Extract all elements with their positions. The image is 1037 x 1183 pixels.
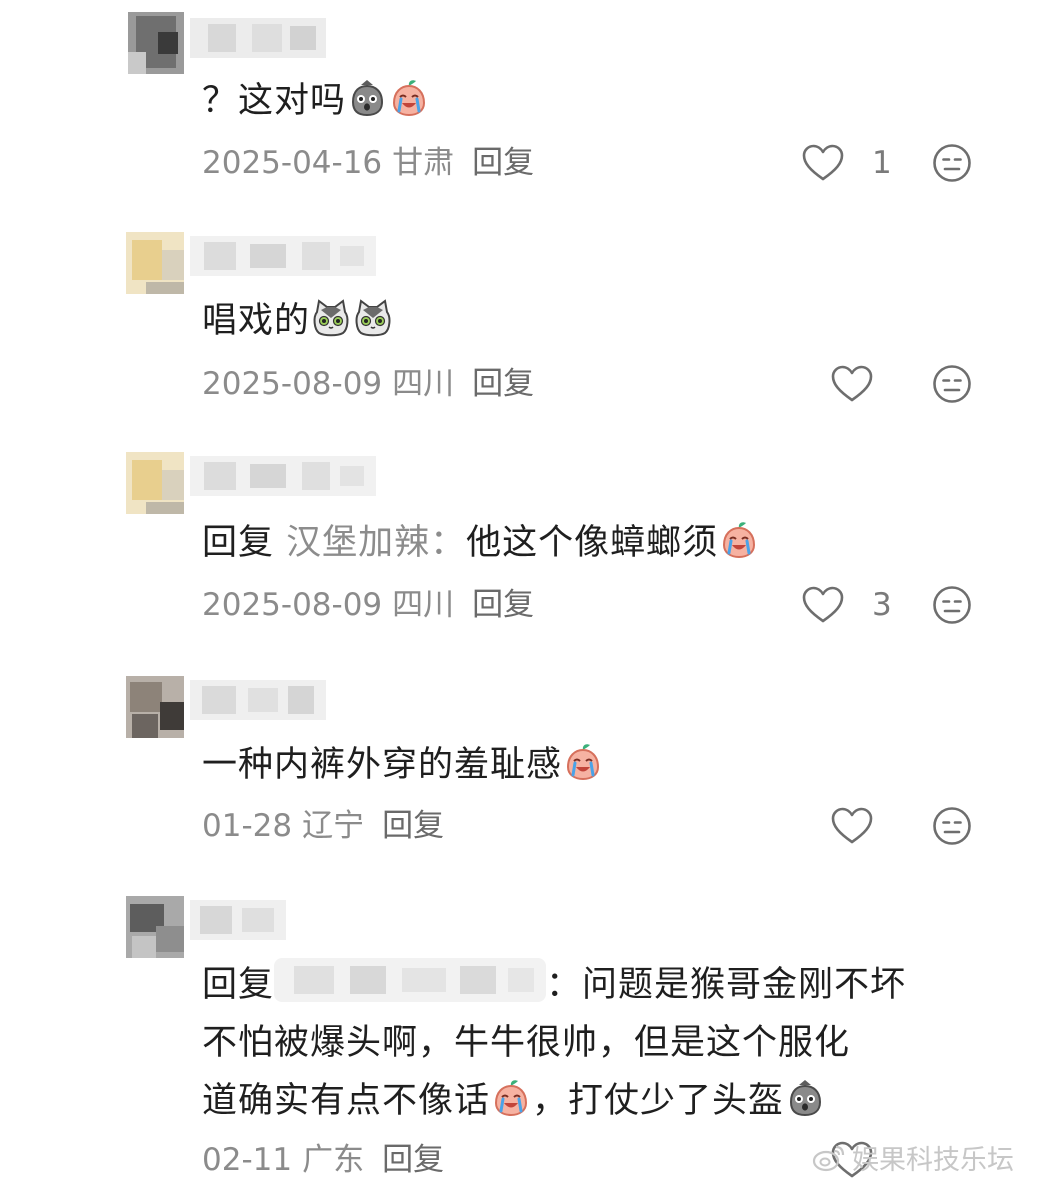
peach-emoji-icon — [563, 742, 603, 782]
reply-button[interactable]: 回复 — [472, 145, 534, 181]
username-blurred[interactable] — [190, 456, 376, 496]
dislike-face-icon[interactable] — [932, 806, 972, 846]
username-blurred[interactable] — [190, 680, 326, 720]
heart-icon — [831, 807, 873, 845]
username-blurred[interactable] — [190, 900, 286, 940]
weibo-logo-icon — [812, 1144, 846, 1172]
comment-body-line3b: ，打仗少了头盔 — [532, 1081, 785, 1121]
comment-text: 回复 ：问题是猴哥金刚不坏 — [202, 954, 906, 1016]
heart-icon — [802, 586, 844, 624]
comment-meta: 2025-08-09 四川 回复 — [202, 585, 534, 625]
like-button[interactable]: 1 — [802, 143, 892, 183]
avatar[interactable] — [128, 12, 184, 74]
reply-button[interactable]: 回复 — [382, 1142, 444, 1178]
dislike-face-icon[interactable] — [932, 364, 972, 404]
cat-emoji-icon — [311, 298, 351, 338]
reply-separator: ： — [546, 965, 583, 1005]
comment-date: 02-11 — [202, 1142, 293, 1178]
comment-item: 唱戏的 2025-08-09 四川 回复 — [0, 210, 1037, 430]
avatar[interactable] — [126, 676, 184, 738]
comment-text: 一种内裤外穿的羞耻感 — [202, 734, 604, 796]
like-button[interactable]: 3 — [802, 585, 892, 625]
username-blurred[interactable] — [190, 236, 376, 276]
peach-emoji-icon — [491, 1078, 531, 1118]
dislike-face-icon[interactable] — [932, 143, 972, 183]
peach-emoji-icon — [719, 520, 759, 560]
comment-item: ？这对吗 2025-04-16 甘肃 回复 1 — [0, 0, 1037, 210]
comment-text: ？这对吗 — [202, 70, 430, 132]
comment-item: 回复 汉堡加辣：他这个像蟑螂须 2025-08-09 四川 回复 3 — [0, 430, 1037, 650]
reply-prefix: 回复 — [202, 523, 275, 563]
rock-emoji-icon — [785, 1078, 825, 1118]
comment-meta: 2025-04-16 甘肃 回复 — [202, 143, 534, 183]
comment-region: 四川 — [392, 366, 455, 402]
comment-date: 2025-08-09 — [202, 587, 383, 623]
comment-body-line2: 不怕被爆头啊，牛牛很帅，但是这个服化 — [202, 1023, 851, 1063]
comment-text: 回复 汉堡加辣：他这个像蟑螂须 — [202, 512, 760, 574]
comment-date: 2025-08-09 — [202, 366, 383, 402]
heart-icon — [831, 365, 873, 403]
avatar[interactable] — [126, 896, 184, 958]
peach-emoji-icon — [389, 78, 429, 118]
comment-meta: 2025-08-09 四川 回复 — [202, 364, 534, 404]
comment-body: 一种内裤外穿的羞耻感 — [202, 745, 563, 785]
comment-date: 2025-04-16 — [202, 145, 383, 181]
username-blurred[interactable] — [190, 18, 326, 58]
comment-body: ？这对吗 — [202, 81, 347, 121]
comment-text: 道确实有点不像话 ，打仗少了头盔 — [202, 1070, 826, 1132]
watermark-text: 娱果科技乐坛 — [852, 1145, 1014, 1176]
reply-prefix: 回复 — [202, 965, 275, 1005]
comment-body: 他这个像蟑螂须 — [466, 523, 719, 563]
rock-emoji-icon — [347, 78, 387, 118]
dislike-face-icon[interactable] — [932, 585, 972, 625]
comment-body-line3a: 道确实有点不像话 — [202, 1081, 491, 1121]
heart-icon — [802, 144, 844, 182]
reply-button[interactable]: 回复 — [472, 366, 534, 402]
reply-to-username-blurred[interactable] — [274, 958, 547, 1002]
comment-body-line1: 问题是猴哥金刚不坏 — [582, 965, 907, 1005]
avatar[interactable] — [126, 452, 184, 514]
like-button[interactable] — [831, 365, 873, 403]
comment-item: 回复 ：问题是猴哥金刚不坏 不怕被爆头啊，牛牛很帅，但是这个服化 道确实有点不像… — [0, 870, 1037, 1183]
comment-region: 四川 — [392, 587, 455, 623]
comment-meta: 02-11 广东 回复 — [202, 1140, 444, 1180]
comment-meta: 01-28 辽宁 回复 — [202, 806, 444, 846]
comment-item: 一种内裤外穿的羞耻感 01-28 辽宁 回复 — [0, 650, 1037, 870]
like-count: 3 — [872, 587, 892, 623]
like-count: 1 — [872, 145, 892, 181]
reply-to-username[interactable]: 汉堡加辣： — [286, 523, 466, 563]
reply-button[interactable]: 回复 — [382, 808, 444, 844]
comment-text: 唱戏的 — [202, 290, 394, 352]
comment-text: 不怕被爆头啊，牛牛很帅，但是这个服化 — [202, 1012, 850, 1074]
avatar[interactable] — [126, 232, 184, 294]
comment-region: 辽宁 — [302, 808, 365, 844]
watermark: 娱果科技乐坛 — [812, 1138, 1014, 1177]
reply-button[interactable]: 回复 — [472, 587, 534, 623]
comment-region: 甘肃 — [392, 145, 455, 181]
comment-body: 唱戏的 — [202, 301, 311, 341]
comment-region: 广东 — [302, 1142, 365, 1178]
comment-date: 01-28 — [202, 808, 293, 844]
cat-emoji-icon — [353, 298, 393, 338]
like-button[interactable] — [831, 807, 873, 845]
